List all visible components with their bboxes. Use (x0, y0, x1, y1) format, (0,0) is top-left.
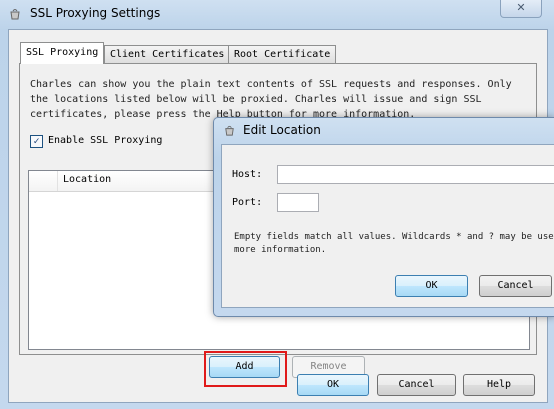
title-bar[interactable]: SSL Proxying Settings ✕ (0, 0, 554, 28)
host-input[interactable] (277, 165, 554, 184)
charles-pot-icon (225, 125, 234, 136)
tab-ssl-proxying[interactable]: SSL Proxying (20, 42, 105, 64)
enable-ssl-proxying-label: Enable SSL Proxying (48, 135, 163, 146)
edit-location-description: Empty fields match all values. Wildcards… (234, 232, 554, 255)
cancel-button[interactable]: Cancel (377, 374, 456, 396)
host-label: Host: (232, 169, 263, 180)
tab-client-certificates[interactable]: Client Certificates (104, 45, 231, 63)
column-header-location[interactable]: Location (63, 174, 111, 185)
edit-location-title: Edit Location (243, 123, 321, 137)
window-title: SSL Proxying Settings (30, 6, 161, 20)
edit-location-body: Host: Port: Empty fields match all value… (221, 144, 554, 308)
column-header-enabled[interactable] (29, 171, 58, 191)
add-button[interactable]: Add (209, 356, 280, 378)
ok-button[interactable]: OK (297, 374, 369, 396)
check-icon: ✓ (33, 136, 40, 147)
help-button[interactable]: Help (463, 374, 535, 396)
enable-ssl-proxying-checkbox[interactable]: ✓ (30, 135, 43, 148)
edit-location-dialog: Edit Location Host: Port: Empty fields m… (213, 117, 554, 317)
port-label: Port: (232, 197, 263, 208)
ssl-description: Charles can show you the plain text cont… (30, 79, 512, 120)
dialog-ok-button[interactable]: OK (395, 275, 468, 297)
tab-root-certificate[interactable]: Root Certificate (228, 45, 337, 63)
charles-pot-icon (10, 9, 20, 20)
close-icon: ✕ (516, 1, 526, 14)
port-input[interactable] (277, 193, 319, 212)
dialog-cancel-button[interactable]: Cancel (479, 275, 552, 297)
close-button[interactable]: ✕ (500, 0, 542, 18)
